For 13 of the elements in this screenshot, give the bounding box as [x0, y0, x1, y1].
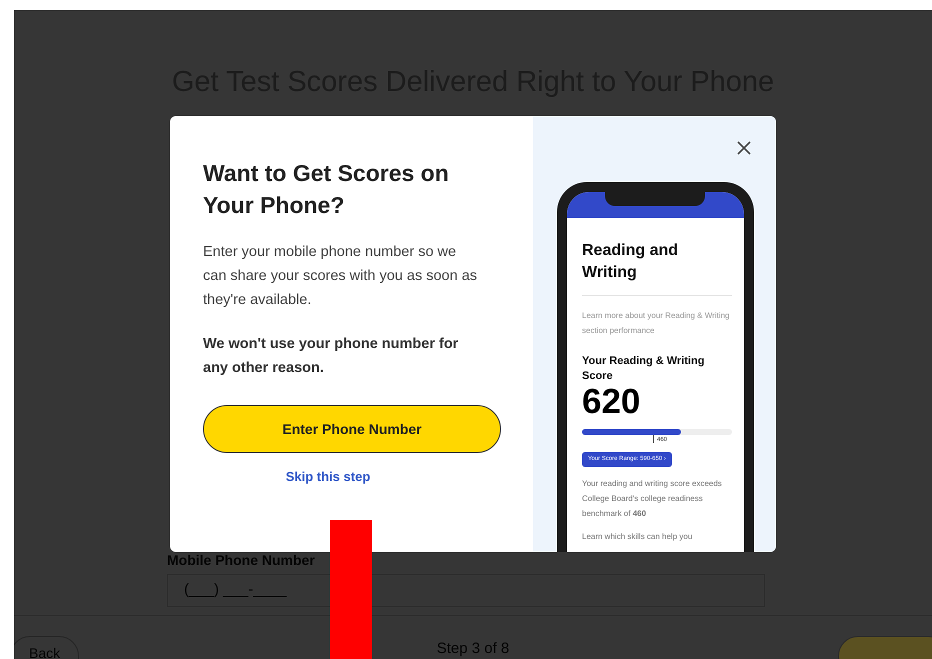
modal-description: Enter your mobile phone number so we can share your scores with you as soon as they're available.	[203, 243, 478, 310]
modal-note: We won't use your phone number for any other reason.	[203, 335, 460, 378]
preview-heading: Reading and Writing	[582, 240, 732, 296]
benchmark-tick	[652, 434, 654, 443]
score-value: 620	[582, 384, 642, 421]
skip-link[interactable]: Skip this step	[286, 467, 370, 487]
preview-intro: Learn more about your Reading & Writing section performance	[582, 310, 730, 337]
enter-phone-number-button[interactable]: Enter Phone Number	[203, 405, 501, 454]
score-label: Your Reading & Writing Score	[582, 354, 706, 384]
score-summary: Your reading and writing score exceeds College Board's college readiness benchmark of 460	[582, 478, 723, 520]
skills-text: Learn which skills can help you	[582, 531, 694, 544]
modal-title: Want to Get Scores on Your Phone?	[203, 159, 450, 220]
close-icon[interactable]	[736, 140, 752, 156]
